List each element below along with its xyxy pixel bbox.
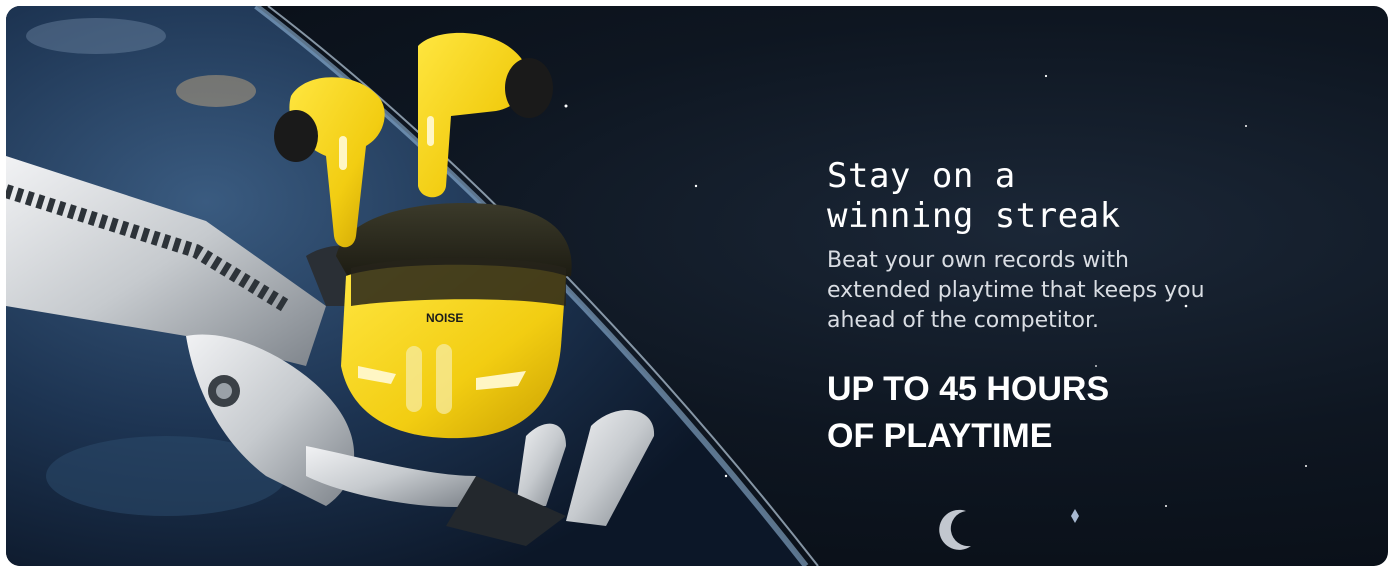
crescent-moon [939,509,971,550]
earbud-right [418,32,553,198]
banner-subtext: Beat your own records with extended play… [827,248,1205,333]
highlight-line-1: UP TO 45 HOURS [827,370,1110,408]
headline-line-1: Stay on a [827,156,1016,196]
svg-text:NOISE: NOISE [426,311,463,325]
headline-line-2: winning streak [827,196,1121,236]
playtime-highlight: UP TO 45 HOURS OF PLAYTIME [827,366,1307,460]
highlight-line-2: OF PLAYTIME [827,417,1053,455]
earbuds-case: NOISE [336,203,572,439]
product-banner: NOISE Stay on a winning streak Beat your… [6,6,1388,566]
banner-copy: Stay on a winning streak Beat your own r… [827,156,1307,460]
banner-headline: Stay on a winning streak [827,156,1307,236]
star-sparkle [1071,509,1079,523]
